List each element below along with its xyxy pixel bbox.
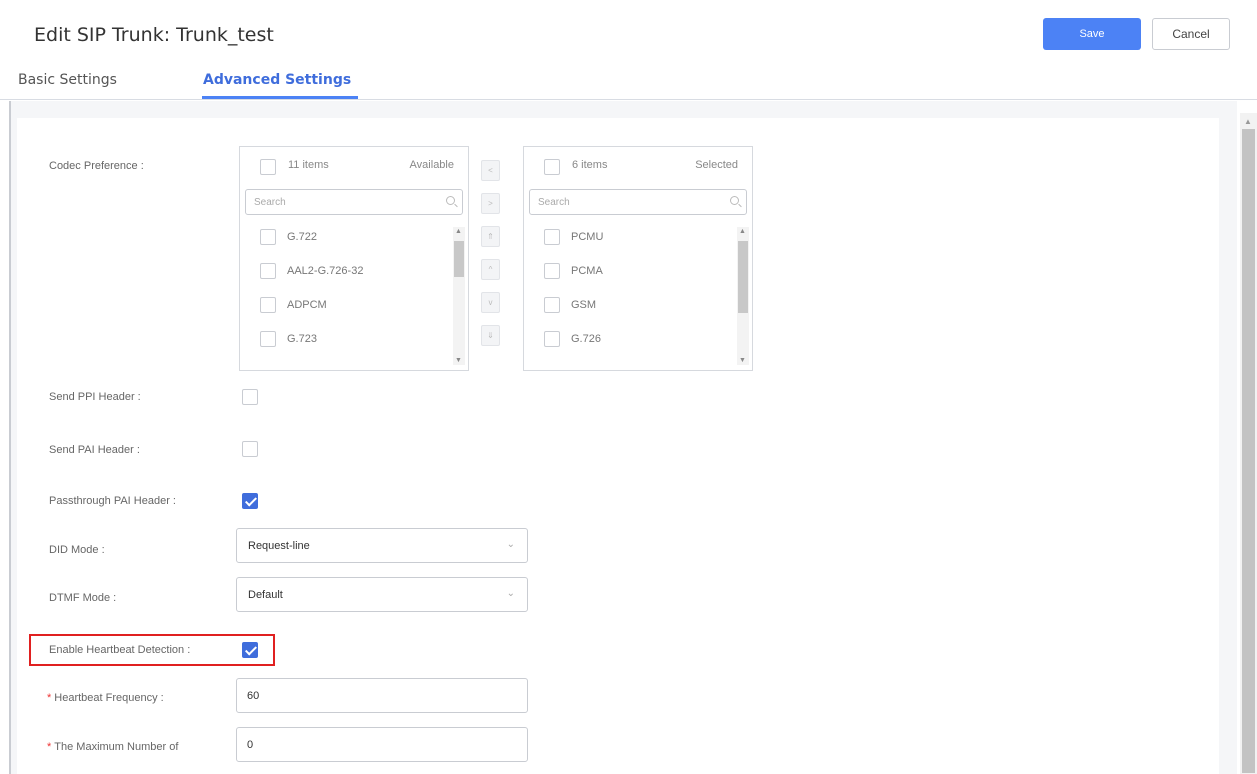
did-mode-select[interactable]: Request-line ⌄ [236, 528, 528, 563]
cancel-button[interactable]: Cancel [1152, 18, 1230, 50]
heartbeat-frequency-value: 60 [247, 690, 260, 702]
required-marker: * [47, 692, 52, 704]
item-label: PCMA [571, 265, 603, 277]
move-right-button[interactable]: > [481, 193, 500, 214]
codec-selected-item[interactable]: PCMU [524, 221, 734, 255]
heartbeat-frequency-label: * Heartbeat Frequency : [47, 692, 164, 704]
item-checkbox[interactable] [544, 297, 560, 313]
codec-selected-item[interactable]: PCMA [524, 255, 734, 289]
item-label: GSM [571, 299, 597, 311]
scroll-up-arrow-icon[interactable]: ▲ [1244, 117, 1252, 126]
dtmf-mode-label: DTMF Mode : [49, 592, 117, 604]
send-pai-header-label: Send PAI Header : [49, 444, 140, 456]
selected-count: 6 items [572, 159, 608, 171]
send-ppi-header-checkbox[interactable] [242, 389, 258, 405]
selected-select-all-checkbox[interactable] [544, 159, 560, 175]
search-icon [730, 196, 739, 205]
move-down-button[interactable]: v [481, 292, 500, 313]
available-title: Available [409, 159, 454, 171]
scroll-down-arrow-icon[interactable]: ▼ [739, 357, 746, 364]
selected-list-header: 6 items Selected [524, 147, 752, 183]
available-select-all-checkbox[interactable] [260, 159, 276, 175]
heartbeat-frequency-input[interactable]: 60 [236, 678, 528, 713]
send-pai-header-checkbox[interactable] [242, 441, 258, 457]
chevron-down-icon: ⌄ [506, 539, 515, 550]
item-label: G.722 [287, 231, 317, 243]
scroll-up-arrow-icon[interactable]: ▲ [739, 228, 746, 235]
did-mode-value: Request-line [248, 540, 310, 552]
codec-preference-label: Codec Preference : [49, 160, 144, 172]
active-tab-indicator [202, 96, 358, 99]
page-scrollbar[interactable]: ▲ [1240, 113, 1257, 774]
item-checkbox[interactable] [260, 331, 276, 347]
heartbeat-frequency-label-text: Heartbeat Frequency : [54, 692, 164, 704]
selected-search-placeholder: Search [538, 197, 570, 208]
item-label: G.723 [287, 333, 317, 345]
item-checkbox[interactable] [544, 229, 560, 245]
item-checkbox[interactable] [544, 331, 560, 347]
page-title: Edit SIP Trunk: Trunk_test [34, 24, 274, 46]
scroll-thumb[interactable] [738, 241, 748, 313]
available-list-scrollbar[interactable]: ▲ ▼ [453, 227, 465, 365]
codec-available-item[interactable]: G.722 [240, 221, 450, 255]
item-label: PCMU [571, 231, 604, 243]
passthrough-pai-header-label: Passthrough PAI Header : [49, 495, 176, 507]
required-marker: * [47, 741, 52, 753]
chevron-down-icon: ⌄ [506, 588, 515, 599]
available-list-header: 11 items Available [240, 147, 468, 183]
dtmf-mode-value: Default [248, 589, 283, 601]
codec-available-item[interactable]: G.723 [240, 323, 450, 357]
tab-advanced-settings[interactable]: Advanced Settings [203, 72, 351, 88]
passthrough-pai-header-checkbox[interactable] [242, 493, 258, 509]
highlight-annotation-box [29, 634, 275, 666]
selected-title: Selected [695, 159, 738, 171]
move-up-button[interactable]: ^ [481, 259, 500, 280]
codec-available-item[interactable]: ADPCM [240, 289, 450, 323]
codec-selected-item[interactable]: GSM [524, 289, 734, 323]
did-mode-label: DID Mode : [49, 544, 105, 556]
item-label: ADPCM [287, 299, 327, 311]
item-checkbox[interactable] [260, 263, 276, 279]
codec-selected-item[interactable]: G.726 [524, 323, 734, 357]
item-checkbox[interactable] [544, 263, 560, 279]
scroll-thumb[interactable] [1242, 129, 1255, 773]
page-header: Edit SIP Trunk: Trunk_test Save Cancel B… [0, 0, 1257, 100]
max-number-label: * The Maximum Number of [47, 741, 178, 753]
item-checkbox[interactable] [260, 297, 276, 313]
scroll-thumb[interactable] [454, 241, 464, 277]
available-search-placeholder: Search [254, 197, 286, 208]
scroll-up-arrow-icon[interactable]: ▲ [455, 228, 462, 235]
codec-available-item[interactable]: AAL2-G.726-32 [240, 255, 450, 289]
send-ppi-header-label: Send PPI Header : [49, 391, 141, 403]
available-search-input[interactable]: Search [245, 189, 463, 215]
save-button[interactable]: Save [1043, 18, 1141, 50]
available-count: 11 items [288, 159, 329, 171]
item-label: G.726 [571, 333, 601, 345]
item-checkbox[interactable] [260, 229, 276, 245]
tab-basic-settings[interactable]: Basic Settings [18, 72, 117, 88]
settings-panel: Codec Preference : 11 items Available Se… [17, 118, 1219, 774]
dtmf-mode-select[interactable]: Default ⌄ [236, 577, 528, 612]
codec-selected-list: 6 items Selected Search PCMU PCMA GSM G.… [523, 146, 753, 371]
codec-available-list: 11 items Available Search G.722 AAL2-G.7… [239, 146, 469, 371]
move-left-button[interactable]: < [481, 160, 500, 181]
selected-search-input[interactable]: Search [529, 189, 747, 215]
move-top-button[interactable]: ⇑ [481, 226, 500, 247]
scroll-down-arrow-icon[interactable]: ▼ [455, 357, 462, 364]
max-number-input[interactable]: 0 [236, 727, 528, 762]
max-number-label-text: The Maximum Number of [54, 741, 179, 753]
item-label: AAL2-G.726-32 [287, 265, 364, 277]
max-number-value: 0 [247, 739, 254, 751]
move-bottom-button[interactable]: ⇓ [481, 325, 500, 346]
selected-list-scrollbar[interactable]: ▲ ▼ [737, 227, 749, 365]
search-icon [446, 196, 455, 205]
